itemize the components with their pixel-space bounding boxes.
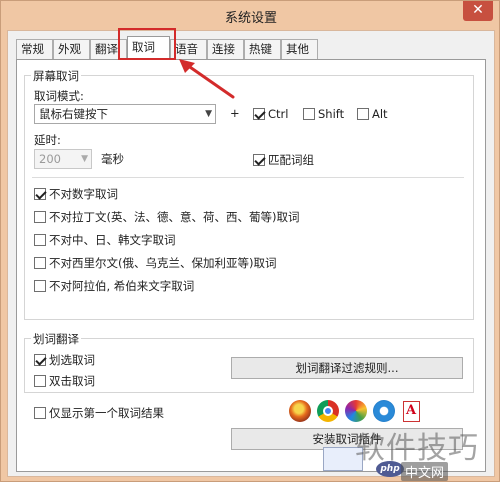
option-no-cyrillic[interactable]: 不对西里尔文(俄、乌克兰、保加利亚等)取词: [34, 255, 276, 271]
ctrl-checkbox[interactable]: Ctrl: [253, 107, 288, 121]
option-label: 划选取词: [49, 353, 95, 367]
tab-hotkeys[interactable]: 热键: [244, 39, 281, 59]
option-no-arabic[interactable]: 不对阿拉伯, 希伯来文字取词: [34, 278, 194, 294]
option-label: 不对西里尔文(俄、乌克兰、保加利亚等)取词: [49, 256, 277, 270]
tab-translate[interactable]: 翻译: [90, 39, 127, 59]
match-phrase-label: 匹配词组: [268, 153, 314, 167]
annotation-arrow-icon: [179, 59, 235, 99]
delay-unit: 毫秒: [101, 152, 124, 166]
match-phrase-checkbox[interactable]: 匹配词组: [253, 152, 314, 168]
checkbox-box: [34, 407, 46, 419]
alt-checkbox[interactable]: Alt: [357, 107, 388, 121]
first-result-only-checkbox[interactable]: 仅显示第一个取词结果: [34, 405, 164, 421]
alt-label: Alt: [372, 107, 388, 121]
chevron-down-icon: ▼: [205, 109, 212, 119]
browser-icons: [289, 400, 421, 422]
screen-capture-title: 屏幕取词: [31, 68, 81, 84]
checkbox-box: [34, 188, 46, 200]
delay-label: 延时:: [34, 133, 61, 147]
delay-select: 200 ▼: [34, 149, 92, 169]
option-label: 不对拉丁文(英、法、德、意、荷、西、葡等)取词: [49, 210, 300, 224]
tab-other[interactable]: 其他: [281, 39, 318, 59]
watermark-text: 软件技巧: [355, 431, 479, 466]
firefox-icon: [289, 400, 311, 422]
watermark-site: 中文网: [401, 462, 449, 481]
selection-translate-title: 划词翻译: [31, 331, 81, 347]
ie-icon: [373, 400, 395, 422]
option-no-latin[interactable]: 不对拉丁文(英、法、德、意、荷、西、葡等)取词: [34, 209, 299, 225]
checkbox-box: [34, 375, 46, 387]
checkbox-box: [34, 257, 46, 269]
checkbox-box: [34, 354, 46, 366]
dialog-client: 常规 外观 翻译 取词 语音 连接 热键 其他 屏幕取词 取词模式: 鼠标右键按…: [7, 30, 495, 477]
mode-label: 取词模式:: [34, 89, 84, 103]
option-no-cjk[interactable]: 不对中、日、韩文字取词: [34, 232, 176, 248]
divider: [32, 177, 464, 178]
pdf-icon: [401, 400, 421, 422]
option-label: 双击取词: [49, 374, 95, 388]
option-double-click[interactable]: 双击取词: [34, 373, 95, 389]
option-label: 不对阿拉伯, 希伯来文字取词: [49, 279, 195, 293]
checkbox-box: [303, 108, 315, 120]
capture-panel: 屏幕取词 取词模式: 鼠标右键按下 ▼ + Ctrl Shift Alt 延时:: [16, 59, 486, 472]
tab-general[interactable]: 常规: [16, 39, 53, 59]
delay-value: 200: [39, 152, 61, 166]
color-wheel-icon: [345, 400, 367, 422]
shift-checkbox[interactable]: Shift: [303, 107, 344, 121]
title-bar[interactable]: 系统设置 ✕: [1, 1, 500, 29]
tab-appearance[interactable]: 外观: [53, 39, 90, 59]
mode-select-value: 鼠标右键按下: [39, 107, 108, 121]
checkbox-box: [34, 280, 46, 292]
tab-capture[interactable]: 取词: [127, 36, 170, 60]
checkbox-box: [34, 211, 46, 223]
chrome-icon: [317, 400, 339, 422]
checkbox-box: [34, 234, 46, 246]
option-label: 不对中、日、韩文字取词: [49, 233, 176, 247]
checkbox-box: [253, 154, 265, 166]
mode-select[interactable]: 鼠标右键按下 ▼: [34, 104, 216, 124]
ctrl-label: Ctrl: [268, 107, 289, 121]
checkbox-box: [357, 108, 369, 120]
option-drag-select[interactable]: 划选取词: [34, 352, 95, 368]
shift-label: Shift: [318, 107, 345, 121]
option-no-digits[interactable]: 不对数字取词: [34, 186, 118, 202]
first-result-only-label: 仅显示第一个取词结果: [49, 406, 164, 420]
filter-rules-button[interactable]: 划词翻译过滤规则...: [231, 357, 463, 379]
close-button[interactable]: ✕: [463, 1, 493, 21]
php-logo-icon: php: [376, 461, 404, 477]
option-label: 不对数字取词: [49, 187, 118, 201]
checkbox-box: [253, 108, 265, 120]
chevron-down-icon: ▼: [81, 154, 88, 164]
plus-sign: +: [230, 106, 240, 120]
settings-window: 系统设置 ✕ 常规 外观 翻译 取词 语音 连接 热键 其他 屏幕取词 取词模式…: [0, 0, 500, 482]
window-title: 系统设置: [224, 11, 277, 26]
